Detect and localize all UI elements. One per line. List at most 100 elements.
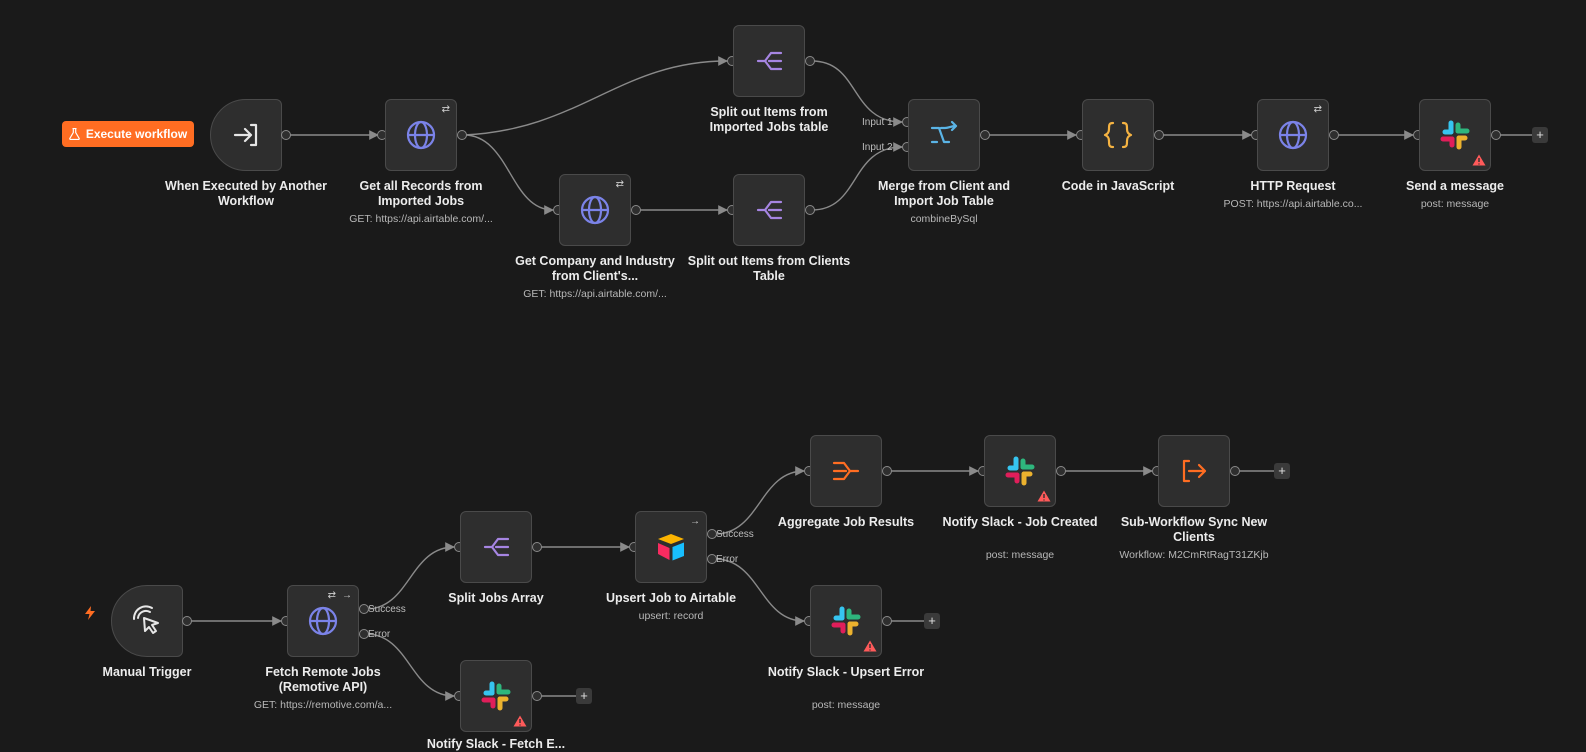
output-handle[interactable] (457, 130, 467, 140)
error-label: Error (716, 554, 739, 565)
execute-workflow-button[interactable]: Execute workflow (62, 121, 194, 147)
node-subworkflow[interactable] (1158, 435, 1230, 507)
node-label: Manual Trigger (102, 665, 192, 679)
airtable-icon (653, 529, 689, 565)
warning-icon (1037, 490, 1051, 502)
warning-icon (513, 715, 527, 727)
node-label: Sub-Workflow Sync New Clients (1120, 515, 1268, 544)
sign-in-icon (228, 117, 264, 153)
sign-out-icon (1176, 453, 1212, 489)
split-icon (751, 192, 787, 228)
add-node-button[interactable]: + (1532, 127, 1548, 143)
node-label: Notify Slack - Fetch E... (426, 737, 566, 751)
node-fetch-remote[interactable]: ⇄ → (287, 585, 359, 657)
node-label: Code in JavaScript (1061, 179, 1175, 193)
node-subtitle: GET: https://api.airtable.com/... (349, 213, 493, 225)
node-label: Split Jobs Array (448, 591, 544, 605)
add-node-button[interactable]: + (1274, 463, 1290, 479)
node-notify-fetch-error[interactable] (460, 660, 532, 732)
output-handle[interactable] (182, 616, 192, 626)
node-send-message[interactable] (1419, 99, 1491, 171)
node-subtitle: post: message (985, 549, 1055, 561)
workflow-canvas[interactable]: Execute workflow When Executed by Anothe… (0, 0, 1586, 751)
globe-icon (577, 192, 613, 228)
warning-icon (1472, 154, 1486, 166)
globe-icon (403, 117, 439, 153)
node-subtitle: post: message (811, 699, 881, 711)
output-handle[interactable] (1230, 466, 1240, 476)
node-label: Get Company and Industry from Client's..… (515, 254, 675, 283)
output-handle[interactable] (1329, 130, 1339, 140)
output-handle[interactable] (1491, 130, 1501, 140)
retry-icon: ⇄ (327, 590, 336, 601)
node-upsert-airtable[interactable]: → (635, 511, 707, 583)
input-1-label: Input 1 (862, 117, 893, 128)
retry-icon: ⇄ (1313, 104, 1322, 115)
node-label: Fetch Remote Jobs (Remotive API) (265, 665, 381, 694)
node-label: Split out Items from Clients Table (687, 254, 851, 283)
arrow-right-icon: → (342, 590, 352, 601)
add-node-button[interactable]: + (576, 688, 592, 704)
success-label: Success (368, 604, 406, 615)
output-handle[interactable] (805, 205, 815, 215)
merge-icon (926, 117, 962, 153)
node-code-js[interactable] (1082, 99, 1154, 171)
lightning-icon (85, 606, 95, 620)
node-subtitle: Workflow: M2CmRtRagT31ZKjb (1119, 549, 1269, 561)
split-icon (751, 43, 787, 79)
node-label: Send a message (1406, 179, 1504, 193)
node-label: Notify Slack - Upsert Error (767, 665, 925, 679)
node-label: HTTP Request (1250, 179, 1336, 193)
output-handle[interactable] (532, 691, 542, 701)
node-get-all-records[interactable]: ⇄ (385, 99, 457, 171)
node-split-jobs[interactable] (460, 511, 532, 583)
node-split-imported[interactable] (733, 25, 805, 97)
output-handle[interactable] (882, 466, 892, 476)
node-manual-trigger[interactable] (111, 585, 183, 657)
node-get-company[interactable]: ⇄ (559, 174, 631, 246)
node-notify-job-created[interactable] (984, 435, 1056, 507)
output-handle[interactable] (1154, 130, 1164, 140)
node-subtitle: post: message (1420, 198, 1490, 210)
node-notify-upsert-error[interactable] (810, 585, 882, 657)
node-label: Merge from Client and Import Job Table (878, 179, 1010, 208)
node-label: Notify Slack - Job Created (942, 515, 1098, 529)
node-split-clients[interactable] (733, 174, 805, 246)
node-label: Upsert Job to Airtable (605, 591, 737, 605)
node-label: Aggregate Job Results (777, 515, 915, 529)
node-label: Get all Records from Imported Jobs (359, 179, 483, 208)
node-http-request[interactable]: ⇄ (1257, 99, 1329, 171)
output-handle[interactable] (805, 56, 815, 66)
slack-icon (828, 603, 864, 639)
globe-icon (1275, 117, 1311, 153)
input-2-label: Input 2 (862, 142, 893, 153)
node-subtitle: combineBySql (910, 213, 978, 225)
node-merge[interactable] (908, 99, 980, 171)
error-label: Error (368, 629, 391, 640)
node-aggregate[interactable] (810, 435, 882, 507)
node-subtitle: POST: https://api.airtable.co... (1223, 198, 1363, 210)
success-label: Success (716, 529, 754, 540)
slack-icon (478, 678, 514, 714)
retry-icon: ⇄ (441, 104, 450, 115)
code-braces-icon (1100, 117, 1136, 153)
node-when-executed[interactable] (210, 99, 282, 171)
output-handle[interactable] (882, 616, 892, 626)
node-label: When Executed by Another Workflow (164, 179, 328, 208)
slack-icon (1002, 453, 1038, 489)
node-subtitle: GET: https://api.airtable.com/... (523, 288, 667, 300)
output-handle[interactable] (631, 205, 641, 215)
output-handle[interactable] (532, 542, 542, 552)
node-label: Split out Items from Imported Jobs table (709, 105, 829, 134)
execute-workflow-label: Execute workflow (85, 127, 188, 141)
retry-icon: ⇄ (615, 179, 624, 190)
add-node-button[interactable]: + (924, 613, 940, 629)
pointer-click-icon (129, 603, 165, 639)
slack-icon (1437, 117, 1473, 153)
aggregate-icon (828, 453, 864, 489)
output-handle[interactable] (1056, 466, 1066, 476)
arrow-right-icon: → (690, 516, 700, 527)
node-subtitle: upsert: record (638, 610, 704, 622)
output-handle[interactable] (980, 130, 990, 140)
output-handle[interactable] (281, 130, 291, 140)
